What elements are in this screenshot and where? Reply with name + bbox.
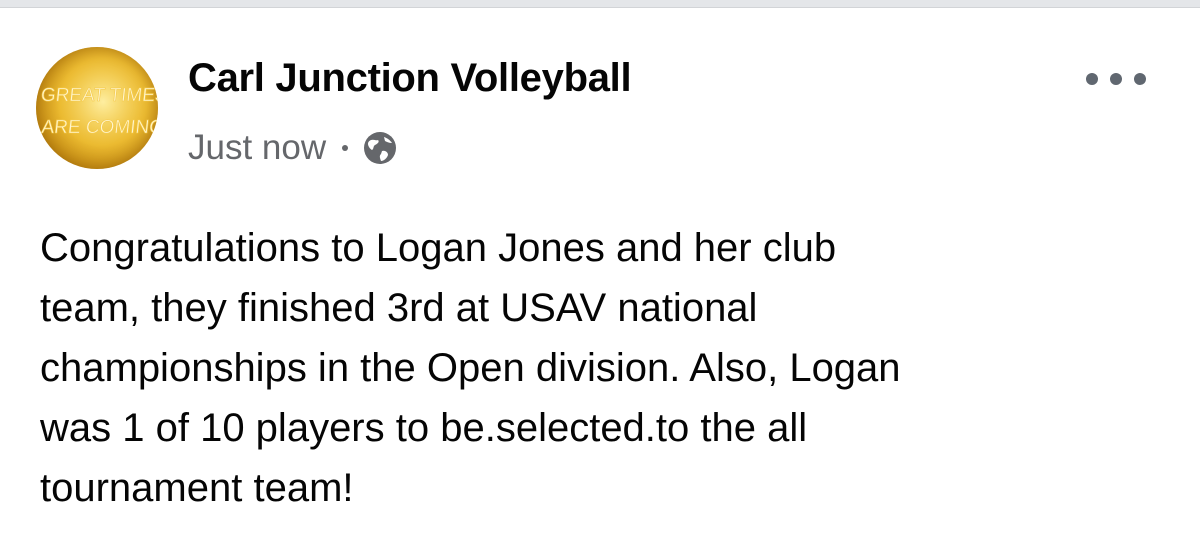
top-divider: [0, 0, 1200, 8]
avatar-image: GREAT TIMES ARE COMING: [36, 47, 158, 169]
post-meta: Just now: [188, 126, 398, 170]
globe-icon[interactable]: [362, 130, 398, 166]
more-dot: [1134, 73, 1146, 85]
page-name-link[interactable]: Carl Junction Volleyball: [188, 56, 632, 101]
more-dot: [1110, 73, 1122, 85]
more-dot: [1086, 73, 1098, 85]
post-header: GREAT TIMES ARE COMING Carl Junction Vol…: [36, 44, 1166, 184]
post-message: Congratulations to Logan Jones and her c…: [40, 226, 901, 510]
more-options-icon[interactable]: [1086, 64, 1146, 94]
post-timestamp[interactable]: Just now: [188, 128, 326, 168]
page-avatar[interactable]: GREAT TIMES ARE COMING: [36, 47, 158, 169]
avatar-text-line1: GREAT TIMES: [40, 85, 158, 106]
avatar-text-line2: ARE COMING: [40, 117, 158, 138]
facebook-post: GREAT TIMES ARE COMING Carl Junction Vol…: [0, 8, 1200, 555]
meta-separator-dot: [342, 145, 349, 151]
